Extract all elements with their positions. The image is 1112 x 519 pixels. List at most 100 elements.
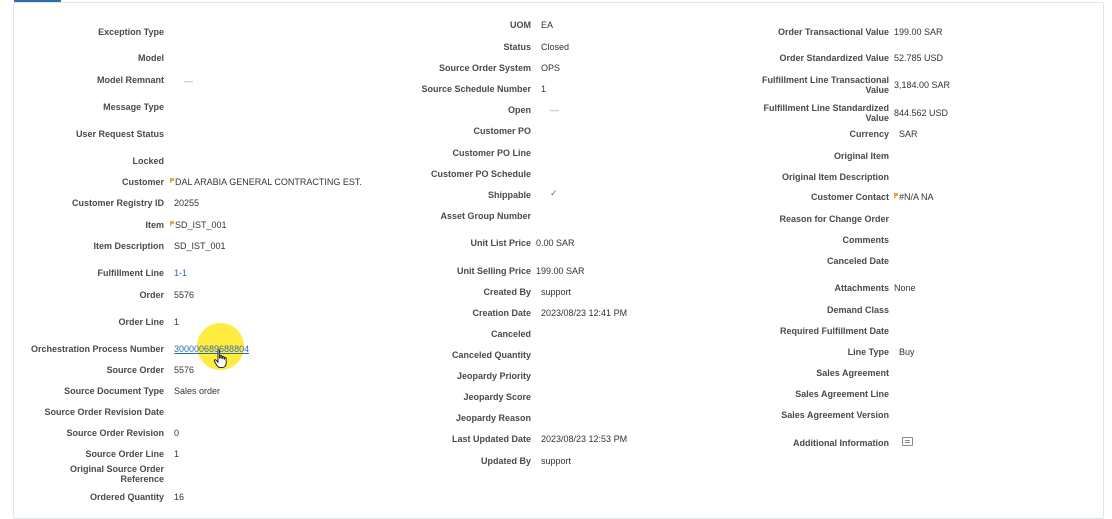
label-source-document-type: Source Document Type <box>64 386 164 396</box>
value-source-order-revision: 0 <box>174 428 180 438</box>
value-customer[interactable]: DAL ARABIA GENERAL CONTRACTING EST. <box>170 177 362 187</box>
label-jeopardy-priority: Jeopardy Priority <box>456 371 531 381</box>
value-source-order: 5576 <box>174 365 195 375</box>
value-creation-date: 2023/08/23 12:41 PM <box>541 308 628 318</box>
label-created-by: Created By <box>483 287 531 297</box>
value-updated-by: support <box>541 456 572 466</box>
label-canceled-quantity: Canceled Quantity <box>451 350 531 360</box>
label-demand-class: Demand Class <box>826 305 889 315</box>
flag-icon <box>170 178 174 183</box>
link-orchestration-process-number[interactable]: 300000689688804 <box>174 344 249 354</box>
label-currency: Currency <box>849 129 889 139</box>
label-shippable: Shippable <box>487 190 531 200</box>
label-locked: Locked <box>132 156 164 166</box>
label-order: Order <box>139 290 164 300</box>
additional-information-button[interactable] <box>902 437 913 448</box>
value-attachments[interactable]: None <box>894 283 916 293</box>
customer-contact-name: #N/A NA <box>899 192 934 202</box>
label-uom: UOM <box>510 20 531 30</box>
label-required-fulfillment-date: Required Fulfillment Date <box>779 326 889 336</box>
label-original-item: Original Item <box>833 151 889 161</box>
label-sales-agreement-line: Sales Agreement Line <box>795 389 889 399</box>
flag-icon <box>894 193 898 198</box>
label-reason-for-change-order: Reason for Change Order <box>779 214 889 224</box>
value-created-by: support <box>541 287 572 297</box>
label-asset-group-number: Asset Group Number <box>440 211 531 221</box>
value-unit-selling-price: 199.00 SAR <box>536 266 585 276</box>
label-comments: Comments <box>842 235 889 245</box>
label-source-schedule-number: Source Schedule Number <box>421 84 531 94</box>
value-customer-registry-id: 20255 <box>174 198 200 208</box>
value-source-schedule-number: 1 <box>541 84 547 94</box>
link-fulfillment-line[interactable]: 1-1 <box>174 268 187 278</box>
checkmark-icon: ✓ <box>550 188 558 198</box>
label-order-standardized-value: Order Standardized Value <box>779 53 889 63</box>
value-source-document-type: Sales order <box>174 386 221 396</box>
label-customer: Customer <box>121 177 164 187</box>
label-order-transactional-value: Order Transactional Value <box>777 27 889 37</box>
label-fulfillment-line: Fulfillment Line <box>97 268 165 278</box>
value-model-remnant: — <box>184 76 193 86</box>
value-order-line: 1 <box>174 317 180 327</box>
customer-name: DAL ARABIA GENERAL CONTRACTING EST. <box>175 177 362 187</box>
label-updated-by: Updated By <box>480 456 531 466</box>
label-canceled-date: Canceled Date <box>826 256 889 266</box>
label-source-order: Source Order <box>106 365 164 375</box>
value-uom: EA <box>541 20 554 30</box>
label-unit-list-price: Unit List Price <box>470 238 531 248</box>
value-source-order-system: OPS <box>541 63 561 73</box>
label-customer-contact: Customer Contact <box>810 192 889 202</box>
label-additional-information: Additional Information <box>793 438 889 448</box>
label-creation-date: Creation Date <box>472 308 531 318</box>
value-customer-contact[interactable]: #N/A NA <box>894 192 934 202</box>
value-last-updated-date: 2023/08/23 12:53 PM <box>541 434 628 444</box>
order-line-details-panel: Exception Type Model Model Remnant — Mes… <box>13 2 1104 519</box>
label-attachments: Attachments <box>834 283 889 293</box>
label-customer-po-schedule: Customer PO Schedule <box>430 169 531 179</box>
value-order: 5576 <box>174 290 195 300</box>
label-customer-registry-id: Customer Registry ID <box>71 198 164 208</box>
label-order-line: Order Line <box>118 317 164 327</box>
label-jeopardy-reason: Jeopardy Reason <box>455 413 531 423</box>
value-ordered-quantity: 16 <box>174 492 185 502</box>
label-line-type: Line Type <box>847 347 889 357</box>
label-original-item-description: Original Item Description <box>781 172 889 182</box>
label-customer-po: Customer PO <box>473 126 531 136</box>
value-order-transactional-value: 199.00 SAR <box>894 27 943 37</box>
value-item[interactable]: SD_IST_001 <box>170 220 227 230</box>
value-item-description: SD_IST_001 <box>174 241 226 251</box>
label-source-order-revision-date: Source Order Revision Date <box>44 407 164 417</box>
value-line-type: Buy <box>899 347 915 357</box>
flag-icon <box>170 221 174 226</box>
label-message-type: Message Type <box>103 102 164 112</box>
label-exception-type: Exception Type <box>98 27 164 37</box>
value-currency: SAR <box>899 129 918 139</box>
label-status: Status <box>503 42 531 52</box>
label-item-description: Item Description <box>93 241 164 251</box>
label-orchestration-process-number: Orchestration Process Number <box>30 344 164 354</box>
label-source-order-line: Source Order Line <box>85 449 164 459</box>
value-open: — <box>550 105 559 115</box>
value-fulfillment-line-transactional-value: 3,184.00 SAR <box>894 80 951 90</box>
label-jeopardy-score: Jeopardy Score <box>463 392 531 402</box>
value-fulfillment-line-standardized-value: 844.562 USD <box>894 108 949 118</box>
label-sales-agreement: Sales Agreement <box>816 368 889 378</box>
label-user-request-status: User Request Status <box>75 129 164 139</box>
value-status: Closed <box>541 42 570 52</box>
label-fulfillment-line-transactional-value: Fulfillment Line Transactional Value <box>761 75 889 95</box>
label-item: Item <box>145 220 164 230</box>
label-open: Open <box>507 105 531 115</box>
value-order-standardized-value: 52.785 USD <box>894 53 944 63</box>
value-source-order-line: 1 <box>174 449 180 459</box>
label-source-order-system: Source Order System <box>438 63 531 73</box>
label-fulfillment-line-standardized-value: Fulfillment Line Standardized Value <box>763 103 889 123</box>
label-model-remnant: Model Remnant <box>96 75 164 85</box>
item-number: SD_IST_001 <box>175 220 227 230</box>
label-canceled: Canceled <box>490 329 531 339</box>
note-icon <box>902 437 913 446</box>
value-unit-list-price: 0.00 SAR <box>536 238 575 248</box>
label-model: Model <box>138 53 164 63</box>
label-ordered-quantity: Ordered Quantity <box>89 492 164 502</box>
label-unit-selling-price: Unit Selling Price <box>456 266 531 276</box>
label-customer-po-line: Customer PO Line <box>452 148 531 158</box>
